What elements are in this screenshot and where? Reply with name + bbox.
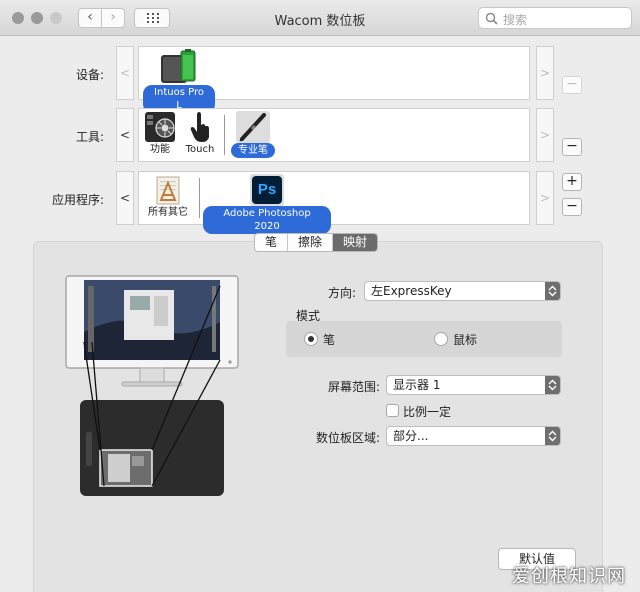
orientation-value: 左ExpressKey — [371, 284, 452, 298]
all-other-apps-icon — [156, 176, 180, 205]
force-proportions-checkbox[interactable] — [386, 404, 399, 417]
devices-scroll-right[interactable]: > — [536, 46, 554, 100]
apps-label: 应用程序: — [51, 193, 104, 207]
mode-mouse-label: 鼠标 — [453, 333, 478, 347]
screen-area-label: 屏幕范围: — [327, 380, 380, 394]
mode-group: 笔 鼠标 — [286, 321, 562, 357]
tab-mapping[interactable]: 映射 — [333, 234, 378, 251]
tools-remove-button[interactable]: − — [562, 138, 582, 156]
tool-label-pro-pen: 专业笔 — [231, 143, 275, 158]
tools-scroll-right[interactable]: > — [536, 108, 554, 162]
apps-remove-button[interactable]: − — [562, 198, 582, 216]
devices-shelf: Intuos Pro L — [138, 46, 530, 113]
app-item-photoshop[interactable]: Ps Adobe Photoshop 2020 — [203, 174, 331, 234]
device-item-intuos[interactable]: Intuos Pro L — [143, 49, 215, 113]
tools-shelf: 功能 Touch 专业笔 — [138, 108, 530, 162]
pro-pen-icon — [239, 113, 266, 142]
apps-scroll-right[interactable]: > — [536, 171, 554, 225]
mode-pen-radio[interactable] — [304, 332, 318, 346]
search-icon — [485, 12, 498, 25]
watermark: 爱创根知识网 — [512, 566, 626, 587]
tool-item-touch[interactable]: Touch — [183, 111, 217, 156]
tools-scroll-left[interactable]: < — [116, 108, 134, 162]
search-field[interactable]: 搜索 — [478, 7, 632, 29]
mode-mouse-radio[interactable] — [434, 332, 448, 346]
popup-chevron-icon — [545, 376, 560, 394]
tools-divider — [224, 115, 225, 155]
tool-label-functions: 功能 — [150, 144, 170, 155]
tablet-area-popup[interactable]: 部分... — [386, 426, 561, 446]
tool-label-touch: Touch — [185, 144, 215, 155]
screen-area-popup[interactable]: 显示器 1 — [386, 375, 561, 395]
popup-chevron-icon — [545, 282, 560, 300]
photoshop-icon: Ps — [252, 176, 282, 204]
apps-scroll-left[interactable]: < — [116, 171, 134, 225]
apps-shelf: 所有其它 Ps Adobe Photoshop 2020 — [138, 171, 530, 234]
screen-area-value: 显示器 1 — [393, 378, 441, 392]
tablet-area-label: 数位板区域: — [315, 431, 380, 445]
app-label-photoshop: Adobe Photoshop 2020 — [203, 206, 331, 234]
tool-item-pro-pen[interactable]: 专业笔 — [231, 111, 275, 158]
title-bar: ‹ › Wacom 数位板 搜索 — [0, 0, 640, 36]
force-proportions-label: 比例一定 — [403, 405, 452, 419]
app-item-all-other[interactable]: 所有其它 — [145, 174, 191, 219]
apps-divider — [199, 178, 200, 218]
tablet-area-value: 部分... — [393, 429, 429, 443]
touch-hand-icon — [190, 112, 209, 142]
tablet-battery-icon — [161, 49, 196, 83]
devices-label: 设备: — [75, 68, 104, 82]
popup-chevron-icon — [545, 427, 560, 445]
tab-bar: 笔 擦除 映射 — [254, 233, 379, 252]
tab-pen[interactable]: 笔 — [255, 234, 289, 251]
devices-scroll-left[interactable]: < — [116, 46, 134, 100]
orientation-label: 方向: — [327, 286, 356, 300]
mode-pen-label: 笔 — [323, 333, 336, 347]
mapping-illustration — [65, 275, 239, 496]
tools-label: 工具: — [75, 130, 104, 144]
tool-item-functions[interactable]: 功能 — [141, 111, 179, 156]
search-placeholder: 搜索 — [503, 13, 528, 27]
orientation-popup[interactable]: 左ExpressKey — [364, 281, 561, 301]
tab-eraser[interactable]: 擦除 — [288, 234, 334, 251]
devices-remove-button[interactable]: − — [562, 76, 582, 94]
apps-add-button[interactable]: + — [562, 173, 582, 191]
app-label-all-other: 所有其它 — [148, 207, 188, 218]
function-keys-icon — [145, 112, 175, 142]
